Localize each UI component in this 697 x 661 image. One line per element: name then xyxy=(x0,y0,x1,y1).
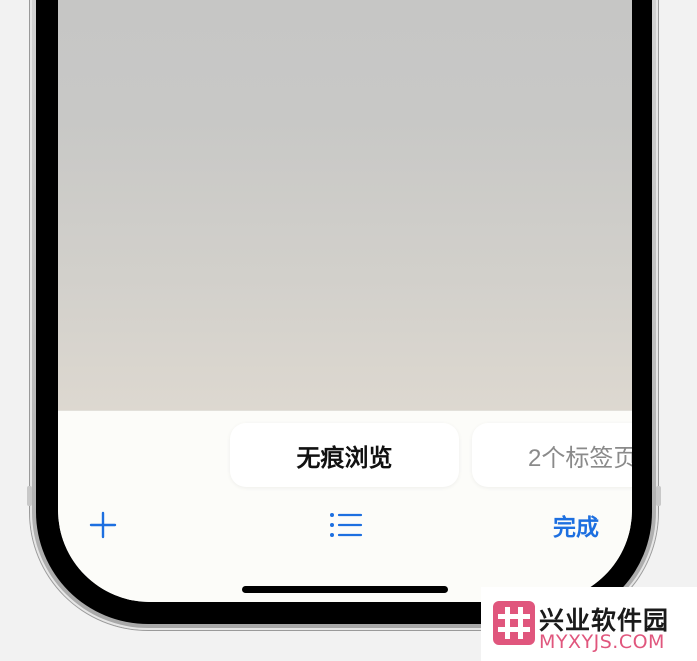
done-button[interactable]: 完成 xyxy=(538,507,614,543)
private-browsing-label: 无痕浏览 xyxy=(296,444,393,472)
private-browsing-tab-group[interactable]: 无痕浏览 xyxy=(230,423,459,487)
home-indicator xyxy=(242,586,448,593)
bottom-toolbar: 无痕浏览 2个标签页 完成 xyxy=(58,410,632,602)
tab-groups-button[interactable] xyxy=(326,507,366,543)
plus-icon xyxy=(89,511,117,539)
side-button-left xyxy=(27,486,32,506)
phone-screen: 无痕浏览 2个标签页 完成 xyxy=(58,0,632,602)
watermark: 兴业软件园 MYXYJS.COM xyxy=(481,587,697,661)
watermark-url: MYXYJS.COM xyxy=(539,631,665,653)
tab-count-label: 2个标签页 xyxy=(528,444,632,472)
list-icon xyxy=(330,513,363,537)
tab-grid-background[interactable] xyxy=(58,0,632,410)
hash-logo-icon xyxy=(493,601,535,645)
done-label: 完成 xyxy=(553,514,599,540)
tab-count-group[interactable]: 2个标签页 xyxy=(472,423,632,487)
new-tab-button[interactable] xyxy=(86,507,120,543)
side-button-right xyxy=(656,486,661,506)
screenshot-stage: 无痕浏览 2个标签页 完成 兴业软件园 MYXYJS.COM xyxy=(0,0,697,661)
